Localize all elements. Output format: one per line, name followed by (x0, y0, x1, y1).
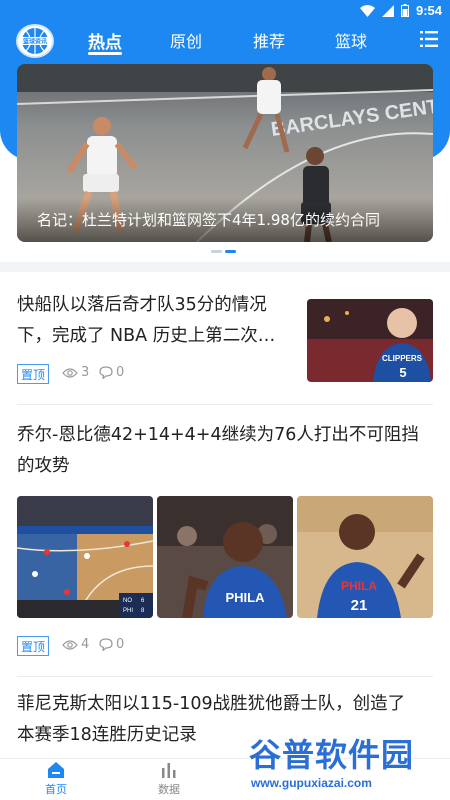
view-count: 4 (62, 637, 89, 652)
top-nav: 篮球资讯 热点 原创 推荐 篮球 (0, 22, 450, 58)
home-icon (48, 762, 64, 778)
article-title-line: 的攻势 (17, 456, 70, 476)
bottom-nav-home[interactable]: 首页 (26, 761, 86, 797)
pinned-tag: 置顶 (17, 636, 49, 656)
eye-icon (62, 639, 78, 650)
comment-count-value: 0 (116, 637, 125, 652)
scoreboard-team-bottom: PHI (123, 608, 133, 614)
watermark: 谷普软件园 www.gupuxiazai.com (245, 730, 450, 800)
article-thumbnail[interactable]: CLIPPERS 5 (307, 299, 433, 382)
player-image: PHILA (157, 496, 293, 618)
banner-carousel[interactable]: BARCLAYS CENTER 名记：杜兰特计划和篮网签下4年1.98亿的续约合… (17, 64, 433, 242)
banner-caption-overlay: 名记：杜兰特计划和篮网签下4年1.98亿的续约合同 (17, 198, 433, 242)
bottom-nav-label: 首页 (45, 783, 67, 796)
tab-recommended[interactable]: 推荐 (253, 28, 285, 52)
pinned-tag: 置顶 (17, 364, 49, 384)
wifi-icon (359, 4, 375, 17)
section-divider (0, 262, 450, 272)
article-title-line: 快船队以落后奇才队35分的情况 (17, 295, 267, 315)
comment-icon (99, 366, 113, 379)
watermark-title: 谷普软件园 (249, 736, 415, 774)
status-time: 9:54 (415, 3, 442, 18)
carousel-dot[interactable] (211, 250, 222, 253)
eye-icon (62, 367, 78, 378)
article-title-line: 下，完成了 NBA 历史上第二次… (17, 326, 276, 346)
comment-icon (99, 638, 113, 651)
watermark-url: www.gupuxiazai.com (251, 776, 372, 790)
carousel-indicator (211, 250, 236, 253)
article-title-line: 菲尼克斯太阳以115-109战胜犹他爵士队，创造了 (17, 694, 406, 714)
comment-count: 0 (99, 365, 124, 380)
comment-count: 0 (99, 637, 124, 652)
comment-count-value: 0 (116, 365, 125, 380)
jersey-number: 21 (351, 597, 368, 614)
view-count-value: 3 (81, 365, 90, 380)
list-menu-icon[interactable] (420, 30, 438, 48)
game-court-image: NO PHI 6 8 (17, 496, 153, 618)
logo-text: 篮球资讯 (22, 38, 47, 46)
view-count: 3 (62, 365, 89, 380)
app-logo[interactable]: 篮球资讯 (16, 24, 54, 58)
view-count-value: 4 (81, 637, 90, 652)
thumbnail-image: CLIPPERS 5 (307, 299, 433, 382)
status-bar: 9:54 (0, 0, 450, 22)
jersey-text: PHILA (226, 590, 266, 605)
player-image: PHILA 21 (297, 496, 433, 618)
bottom-nav-data[interactable]: 数据 (139, 761, 199, 797)
active-tab-indicator (88, 52, 122, 55)
article-title[interactable]: 快船队以落后奇才队35分的情况 下，完成了 NBA 历史上第二次… (17, 290, 297, 352)
bottom-nav-label: 数据 (158, 783, 180, 796)
article-image[interactable]: PHILA 21 (297, 496, 433, 618)
jersey-text: CLIPPERS (382, 354, 423, 363)
divider (17, 676, 433, 677)
tab-basketball[interactable]: 篮球 (335, 28, 367, 52)
battery-icon (400, 4, 409, 17)
article-image[interactable]: NO PHI 6 8 (17, 496, 153, 618)
article-title-line: 乔尔-恩比德42+14+4+4继续为76人打出不可阻挡 (17, 425, 419, 445)
scoreboard-team-top: NO (123, 598, 132, 604)
basketball-logo-icon: 篮球资讯 (22, 28, 48, 54)
cellular-signal-icon (381, 4, 394, 17)
jersey-number: 5 (399, 365, 406, 380)
article-image[interactable]: PHILA (157, 496, 293, 618)
divider (17, 404, 433, 405)
tab-hot[interactable]: 热点 (88, 28, 122, 53)
tab-original[interactable]: 原创 (170, 28, 202, 52)
bar-chart-icon (162, 763, 176, 778)
article-title[interactable]: 乔尔-恩比德42+14+4+4继续为76人打出不可阻挡 的攻势 (17, 420, 437, 482)
jersey-text: PHILA (341, 579, 377, 593)
banner-caption: 名记：杜兰特计划和篮网签下4年1.98亿的续约合同 (37, 211, 380, 229)
carousel-dot-active[interactable] (225, 250, 236, 253)
